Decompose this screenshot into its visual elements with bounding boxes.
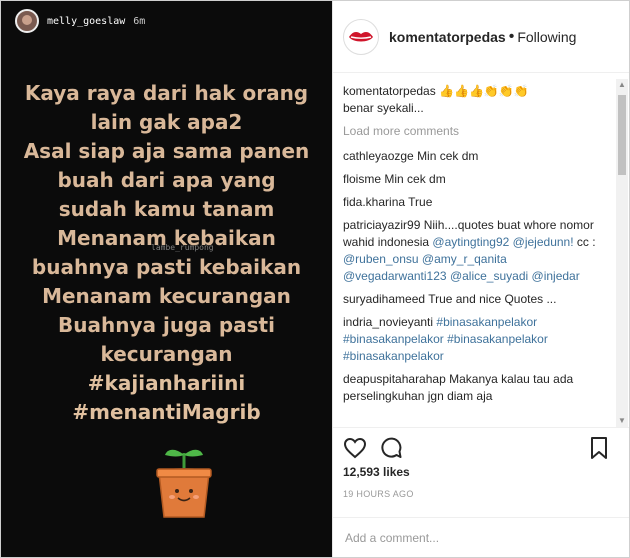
bookmark-icon[interactable] [587,436,611,460]
mention-link[interactable]: @vegadarwanti123 [343,269,447,283]
comments-scrollbar[interactable]: ▲ ▼ [616,79,628,427]
comment-username[interactable]: suryadihameed [343,292,425,306]
comment-username[interactable]: floisme [343,172,381,186]
post-sidebar: komentatorpedas • Following komentatorpe… [332,1,629,557]
quote-line: buahnya pasti kebaikan [31,255,302,279]
comment-item: indria_novieyanti #binasakanpelakor #bin… [343,314,611,365]
comment-username[interactable]: fida.kharina [343,195,405,209]
hashtag-link[interactable]: #binasakanpelakor [343,332,444,346]
story-header: melly_goeslaw 6m [15,9,145,33]
hashtag-line: #menantiMagrib [72,400,261,424]
comment-text: True [408,195,433,209]
mention-link[interactable]: @jejedunn! [513,235,574,249]
likes-count[interactable]: 12,593 likes [343,465,410,479]
watermark: lambe_rumpong [151,243,214,252]
story-avatar [15,9,39,33]
follow-button[interactable]: Following [517,29,576,45]
post-header: komentatorpedas • Following [333,1,629,73]
quote-line: sudah kamu tanam [58,197,275,221]
comment-text: Min cek dm [417,149,479,163]
hashtag-line: #kajianhariini [87,371,246,395]
add-comment-bar [333,517,629,557]
quote-line: kecurangan [100,342,233,366]
load-more-comments-link[interactable]: Load more comments [343,123,611,140]
comment-item: deapuspitaharahap Makanya kalau tau ada … [343,371,611,405]
account-avatar[interactable] [343,18,379,55]
quote-line: Kaya raya dari hak orang [24,81,309,105]
comment-icon[interactable] [379,436,403,460]
mention-link[interactable]: @amy_r_qanita [422,252,507,266]
comment-item: cathleyaozge Min cek dm [343,148,611,165]
caption-emoji: 👍👍👍👏👏👏 [439,84,529,98]
comment-text: True and nice Quotes ... [428,292,557,306]
scroll-down-arrow[interactable]: ▼ [616,415,628,427]
caption-username[interactable]: komentatorpedas [343,84,436,98]
quote-line: lain gak apa2 [90,110,243,134]
hashtag-link[interactable]: #binasakanpelakor [343,349,444,363]
story-quote: Kaya raya dari hak orang lain gak apa2 A… [1,79,332,427]
heart-icon[interactable] [343,436,367,460]
story-username: melly_goeslaw [47,15,126,27]
scrollbar-thumb[interactable] [618,95,626,175]
caption: komentatorpedas 👍👍👍👏👏👏 benar syekali... [343,83,611,117]
scroll-up-arrow[interactable]: ▲ [616,79,628,91]
mention-link[interactable]: @aytingting92 [432,235,509,249]
comment-item: fida.kharina True [343,194,611,211]
quote-line: Menanam kecurangan [42,284,291,308]
hashtag-link[interactable]: #binasakanpelakor [447,332,548,346]
comments-list[interactable]: komentatorpedas 👍👍👍👏👏👏 benar syekali... … [343,83,611,423]
quote-line: Asal siap aja sama panen [23,139,310,163]
comment-username[interactable]: cathleyaozge [343,149,414,163]
caption-text: benar syekali... [343,101,424,115]
mention-link[interactable]: @injedar [532,269,580,283]
comment-text: Min cek dm [384,172,446,186]
post-image[interactable]: melly_goeslaw 6m Kaya raya dari hak oran… [1,1,332,557]
separator-dot: • [508,27,515,45]
add-comment-input[interactable] [343,528,617,548]
mention-link[interactable]: @alice_suyadi [450,269,528,283]
mention-link[interactable]: @ruben_onsu [343,252,419,266]
comment-item: suryadihameed True and nice Quotes ... [343,291,611,308]
account-username[interactable]: komentatorpedas [389,29,506,45]
post-timestamp[interactable]: 19 HOURS AGO [343,489,414,499]
comment-item: patriciayazir99 Niih....quotes buat whor… [343,217,611,285]
lips-logo-icon [349,31,373,41]
quote-line: buah dari apa yang [57,168,276,192]
instagram-post-window: melly_goeslaw 6m Kaya raya dari hak oran… [0,0,630,558]
story-time: 6m [133,15,146,27]
plant-pot-icon [156,449,212,518]
comment-username[interactable]: indria_novieyanti [343,315,433,329]
comment-username[interactable]: deapuspitaharahap [343,372,446,386]
comment-text: cc : [576,235,596,249]
comment-item: floisme Min cek dm [343,171,611,188]
hashtag-link[interactable]: #binasakanpelakor [436,315,537,329]
action-bar [333,427,629,464]
comment-username[interactable]: patriciayazir99 [343,218,420,232]
quote-line: Buahnya juga pasti [58,313,275,337]
